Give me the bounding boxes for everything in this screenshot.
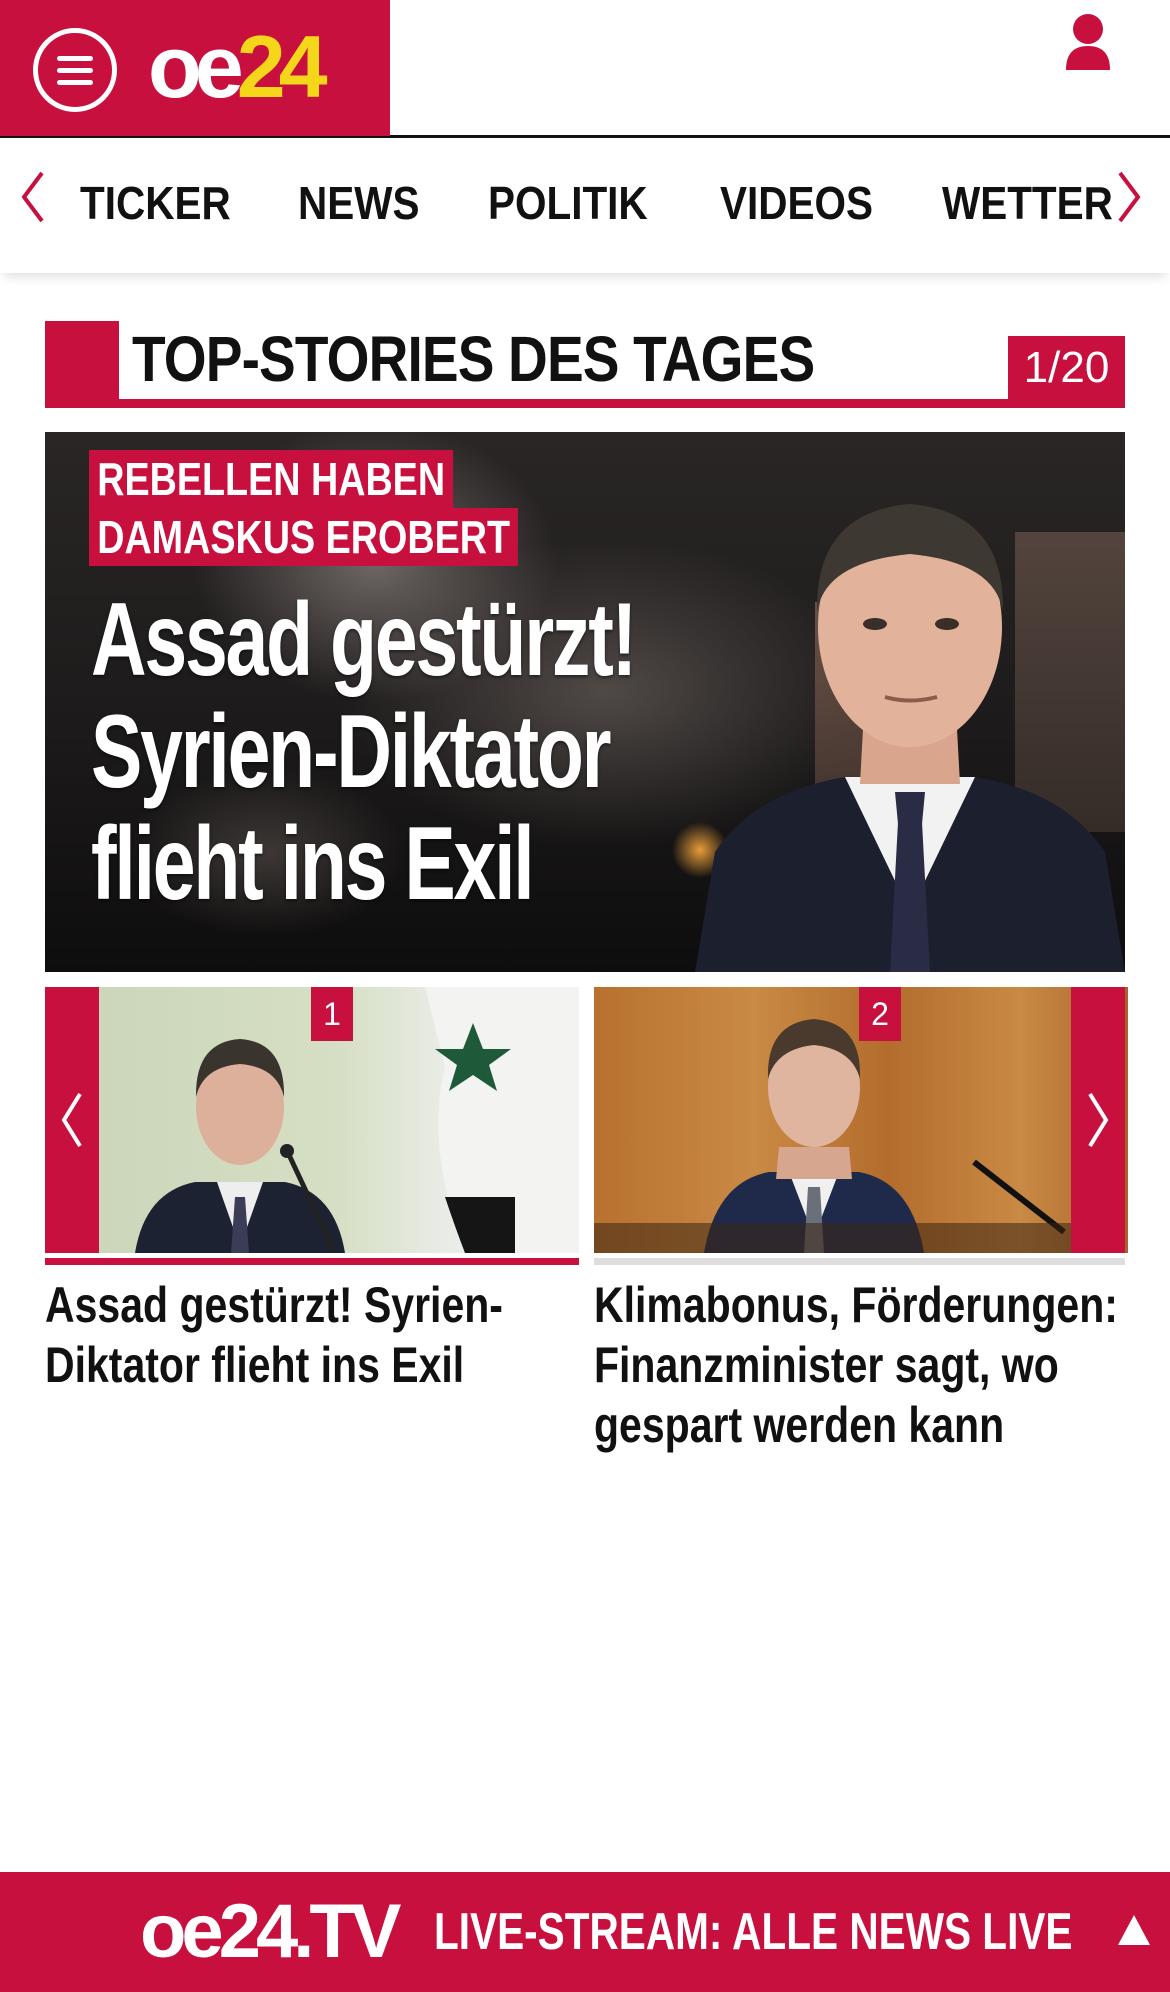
chevron-right-icon — [1088, 1092, 1109, 1148]
oe24-tv-logo: oe24.TV — [140, 1889, 401, 1974]
hero-kicker-line: DAMASKUS EROBERT — [89, 508, 519, 566]
nav-item-videos[interactable]: VIDEOS — [720, 177, 873, 229]
user-icon[interactable] — [1062, 12, 1114, 72]
site-header: oe24 — [0, 0, 1170, 138]
carousel-card[interactable]: 1 — [45, 987, 579, 1253]
carousel-indicator — [594, 1258, 1125, 1265]
hero-kicker: REBELLEN HABEN DAMASKUS EROBERT — [89, 450, 612, 566]
section-heading: TOP-STORIES DES TAGES 1/20 — [45, 321, 1125, 408]
chevron-left-icon[interactable] — [16, 169, 50, 225]
category-nav: TICKER NEWS POLITIK VIDEOS WETTER — [0, 141, 1170, 273]
story-counter: 1/20 — [1008, 336, 1125, 399]
chevron-right-icon[interactable] — [1112, 169, 1146, 225]
chevron-left-icon — [61, 1092, 82, 1148]
carousel-indicator-active — [45, 1258, 579, 1265]
carousel-card-title[interactable]: Assad gestürzt! Syrien-Diktator flieht i… — [45, 1275, 570, 1395]
hero-portrait-image — [695, 504, 1125, 972]
nav-item-ticker[interactable]: TICKER — [80, 177, 231, 229]
nav-item-news[interactable]: NEWS — [298, 177, 419, 229]
carousel-card[interactable]: 2 — [594, 987, 1128, 1253]
section-title: TOP-STORIES DES TAGES — [132, 323, 815, 395]
brand-block: oe24 — [0, 0, 390, 136]
story-carousel: 1 2 — [45, 987, 1128, 1265]
hamburger-menu-icon[interactable] — [33, 28, 117, 112]
triangle-up-icon[interactable] — [1116, 1912, 1152, 1948]
card-rank-badge: 2 — [859, 987, 901, 1041]
carousel-next-button[interactable] — [1071, 987, 1125, 1253]
nav-item-politik[interactable]: POLITIK — [488, 177, 648, 229]
section-heading-accent — [45, 321, 119, 408]
nav-item-wetter[interactable]: WETTER — [942, 177, 1113, 229]
live-stream-bar[interactable]: oe24.TV LIVE-STREAM: ALLE NEWS LIVE — [0, 1872, 1170, 1992]
hero-story[interactable]: REBELLEN HABEN DAMASKUS EROBERT Assad ge… — [45, 432, 1125, 972]
card-rank-badge: 1 — [311, 987, 353, 1041]
hero-headline[interactable]: Assad gestürzt! Syrien-Diktator flieht i… — [91, 584, 637, 920]
carousel-prev-button[interactable] — [45, 987, 99, 1253]
hero-kicker-line: REBELLEN HABEN — [89, 450, 454, 508]
oe24-logo[interactable]: oe24 — [148, 22, 328, 112]
section-heading-underline — [45, 399, 1125, 408]
carousel-card-title[interactable]: Klimabonus, Förderungen: Finanzminister … — [594, 1275, 1127, 1455]
live-stream-label: LIVE-STREAM: ALLE NEWS LIVE — [434, 1903, 1073, 1961]
